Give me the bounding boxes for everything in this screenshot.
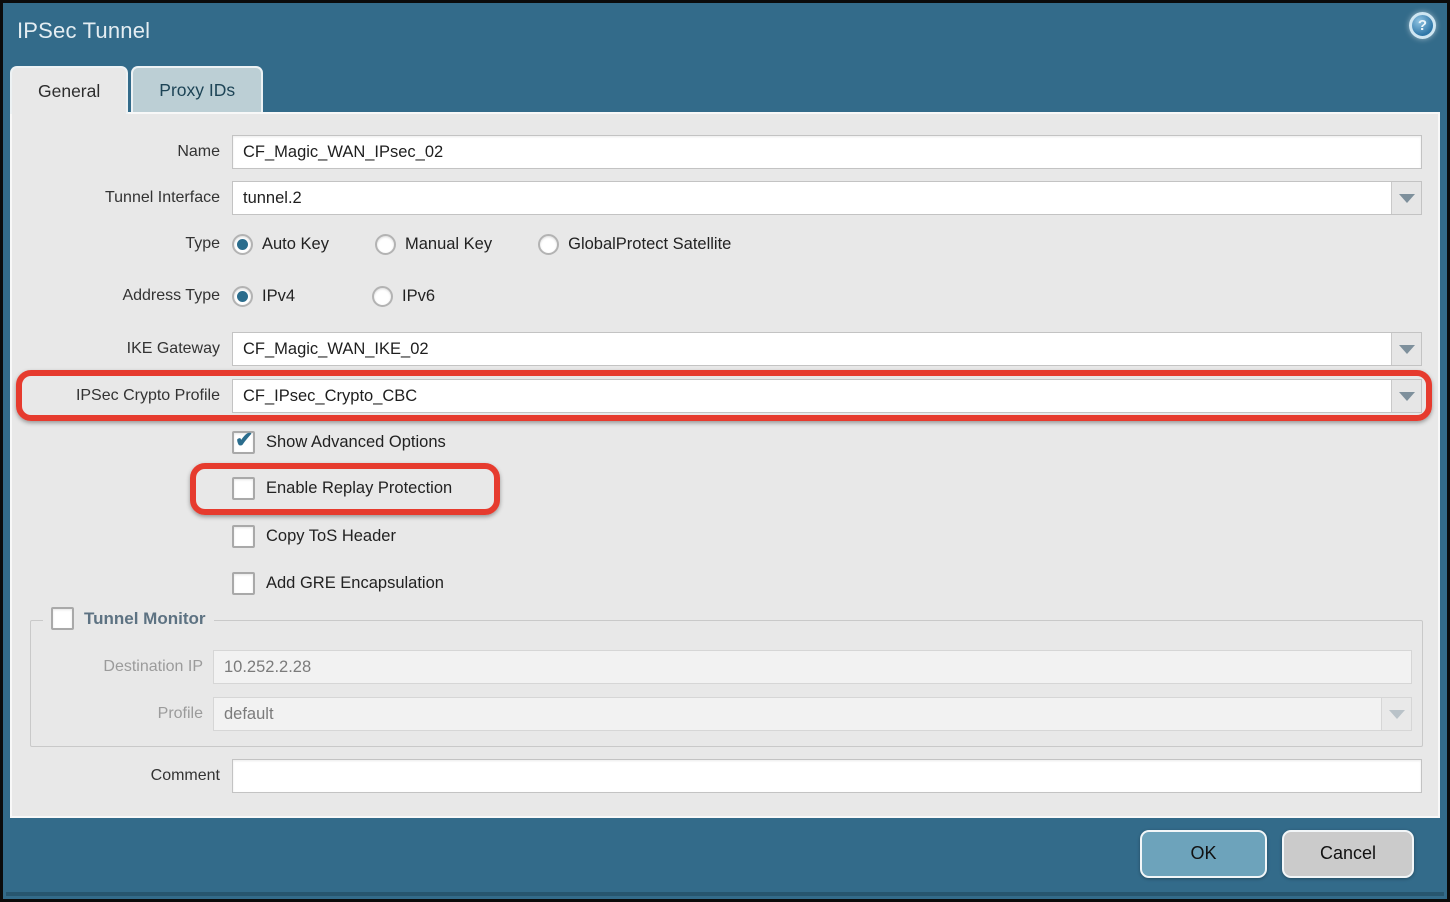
profile-row: Profile default	[31, 697, 1422, 731]
tunnel-monitor-fieldset: ✔ Tunnel Monitor Destination IP 10.252.2…	[30, 620, 1423, 747]
name-row: Name CF_Magic_WAN_IPsec_02	[12, 135, 1438, 169]
radio-auto-key[interactable]: Auto Key	[232, 234, 329, 255]
tunnel-interface-row: Tunnel Interface tunnel.2	[12, 181, 1438, 215]
ike-gateway-dropdown[interactable]: CF_Magic_WAN_IKE_02	[232, 332, 1422, 366]
tunnel-monitor-checkbox[interactable]: ✔	[51, 607, 74, 630]
name-input[interactable]: CF_Magic_WAN_IPsec_02	[232, 135, 1422, 169]
radio-ipv4[interactable]: IPv4	[232, 286, 372, 307]
radio-manual-key-control[interactable]	[375, 234, 396, 255]
tunnel-interface-label: Tunnel Interface	[12, 189, 220, 207]
destination-ip-input: 10.252.2.28	[213, 650, 1412, 684]
type-row: Type Auto Key Manual Key GlobalProtect S…	[12, 230, 1438, 258]
chevron-down-icon	[1389, 710, 1405, 719]
radio-ipv4-label: IPv4	[262, 287, 295, 306]
radio-manual-key[interactable]: Manual Key	[375, 234, 492, 255]
enable-replay-protection-checkbox[interactable]: ✔	[232, 477, 255, 500]
tunnel-interface-dropdown[interactable]: tunnel.2	[232, 181, 1422, 215]
chevron-down-icon	[1399, 345, 1415, 354]
comment-label: Comment	[12, 767, 220, 785]
address-type-label: Address Type	[12, 287, 220, 305]
copy-tos-header-checkbox[interactable]: ✔	[232, 525, 255, 548]
tab-proxy-ids[interactable]: Proxy IDs	[131, 66, 263, 112]
tunnel-interface-dropdown-button[interactable]	[1391, 182, 1421, 214]
destination-ip-row: Destination IP 10.252.2.28	[31, 650, 1422, 684]
copy-tos-header-row: ✔ Copy ToS Header	[12, 523, 1438, 549]
title-bar: IPSec Tunnel ?	[3, 3, 1447, 62]
copy-tos-header-label: Copy ToS Header	[266, 527, 396, 546]
radio-ipv6-label: IPv6	[402, 287, 435, 306]
radio-ipv4-control[interactable]	[232, 286, 253, 307]
show-advanced-options-label: Show Advanced Options	[266, 433, 446, 452]
destination-ip-label: Destination IP	[31, 658, 203, 676]
radio-auto-key-label: Auto Key	[262, 235, 329, 254]
address-type-row: Address Type IPv4 IPv6	[12, 282, 1438, 310]
ike-gateway-label: IKE Gateway	[12, 340, 220, 358]
comment-row: Comment	[12, 759, 1438, 793]
ipsec-tunnel-dialog: IPSec Tunnel ? General Proxy IDs Name CF…	[0, 0, 1450, 902]
add-gre-encapsulation-row: ✔ Add GRE Encapsulation	[12, 570, 1438, 596]
ipsec-crypto-profile-value[interactable]: CF_IPsec_Crypto_CBC	[233, 380, 1391, 412]
comment-input[interactable]	[232, 759, 1422, 793]
radio-auto-key-control[interactable]	[232, 234, 253, 255]
enable-replay-protection-row: ✔ Enable Replay Protection	[12, 475, 1438, 501]
checkmark-icon: ✔	[235, 427, 253, 453]
ike-gateway-value[interactable]: CF_Magic_WAN_IKE_02	[233, 333, 1391, 365]
dialog-footer: OK Cancel	[6, 815, 1444, 896]
tunnel-monitor-legend: ✔ Tunnel Monitor	[43, 607, 214, 630]
help-icon[interactable]: ?	[1409, 12, 1436, 39]
general-tab-panel: Name CF_Magic_WAN_IPsec_02 Tunnel Interf…	[10, 112, 1440, 818]
radio-manual-key-label: Manual Key	[405, 235, 492, 254]
profile-dropdown: default	[213, 697, 1412, 731]
ike-gateway-row: IKE Gateway CF_Magic_WAN_IKE_02	[12, 332, 1438, 366]
radio-globalprotect-satellite[interactable]: GlobalProtect Satellite	[538, 234, 731, 255]
radio-globalprotect-satellite-control[interactable]	[538, 234, 559, 255]
type-label: Type	[12, 235, 220, 253]
profile-value: default	[214, 698, 1381, 730]
cancel-button[interactable]: Cancel	[1282, 830, 1414, 878]
add-gre-encapsulation-label: Add GRE Encapsulation	[266, 574, 444, 593]
chevron-down-icon	[1399, 194, 1415, 203]
ipsec-crypto-profile-label: IPSec Crypto Profile	[12, 387, 220, 405]
radio-globalprotect-satellite-label: GlobalProtect Satellite	[568, 235, 731, 254]
profile-dropdown-button	[1381, 698, 1411, 730]
tab-general[interactable]: General	[10, 66, 128, 114]
ipsec-crypto-profile-row: IPSec Crypto Profile CF_IPsec_Crypto_CBC	[12, 379, 1438, 413]
add-gre-encapsulation-checkbox[interactable]: ✔	[232, 572, 255, 595]
ipsec-crypto-profile-dropdown[interactable]: CF_IPsec_Crypto_CBC	[232, 379, 1422, 413]
show-advanced-options-row: ✔ Show Advanced Options	[12, 429, 1438, 455]
radio-ipv6[interactable]: IPv6	[372, 286, 435, 307]
name-label: Name	[12, 143, 220, 161]
radio-ipv6-control[interactable]	[372, 286, 393, 307]
enable-replay-protection-label: Enable Replay Protection	[266, 479, 452, 498]
tab-bar: General Proxy IDs	[3, 62, 1447, 112]
ok-button[interactable]: OK	[1140, 830, 1267, 878]
ike-gateway-dropdown-button[interactable]	[1391, 333, 1421, 365]
ipsec-crypto-profile-dropdown-button[interactable]	[1391, 380, 1421, 412]
chevron-down-icon	[1399, 392, 1415, 401]
profile-label: Profile	[31, 705, 203, 723]
tunnel-monitor-label: Tunnel Monitor	[84, 609, 206, 629]
show-advanced-options-checkbox[interactable]: ✔	[232, 431, 255, 454]
tunnel-interface-value[interactable]: tunnel.2	[233, 182, 1391, 214]
dialog-title: IPSec Tunnel	[17, 18, 150, 44]
